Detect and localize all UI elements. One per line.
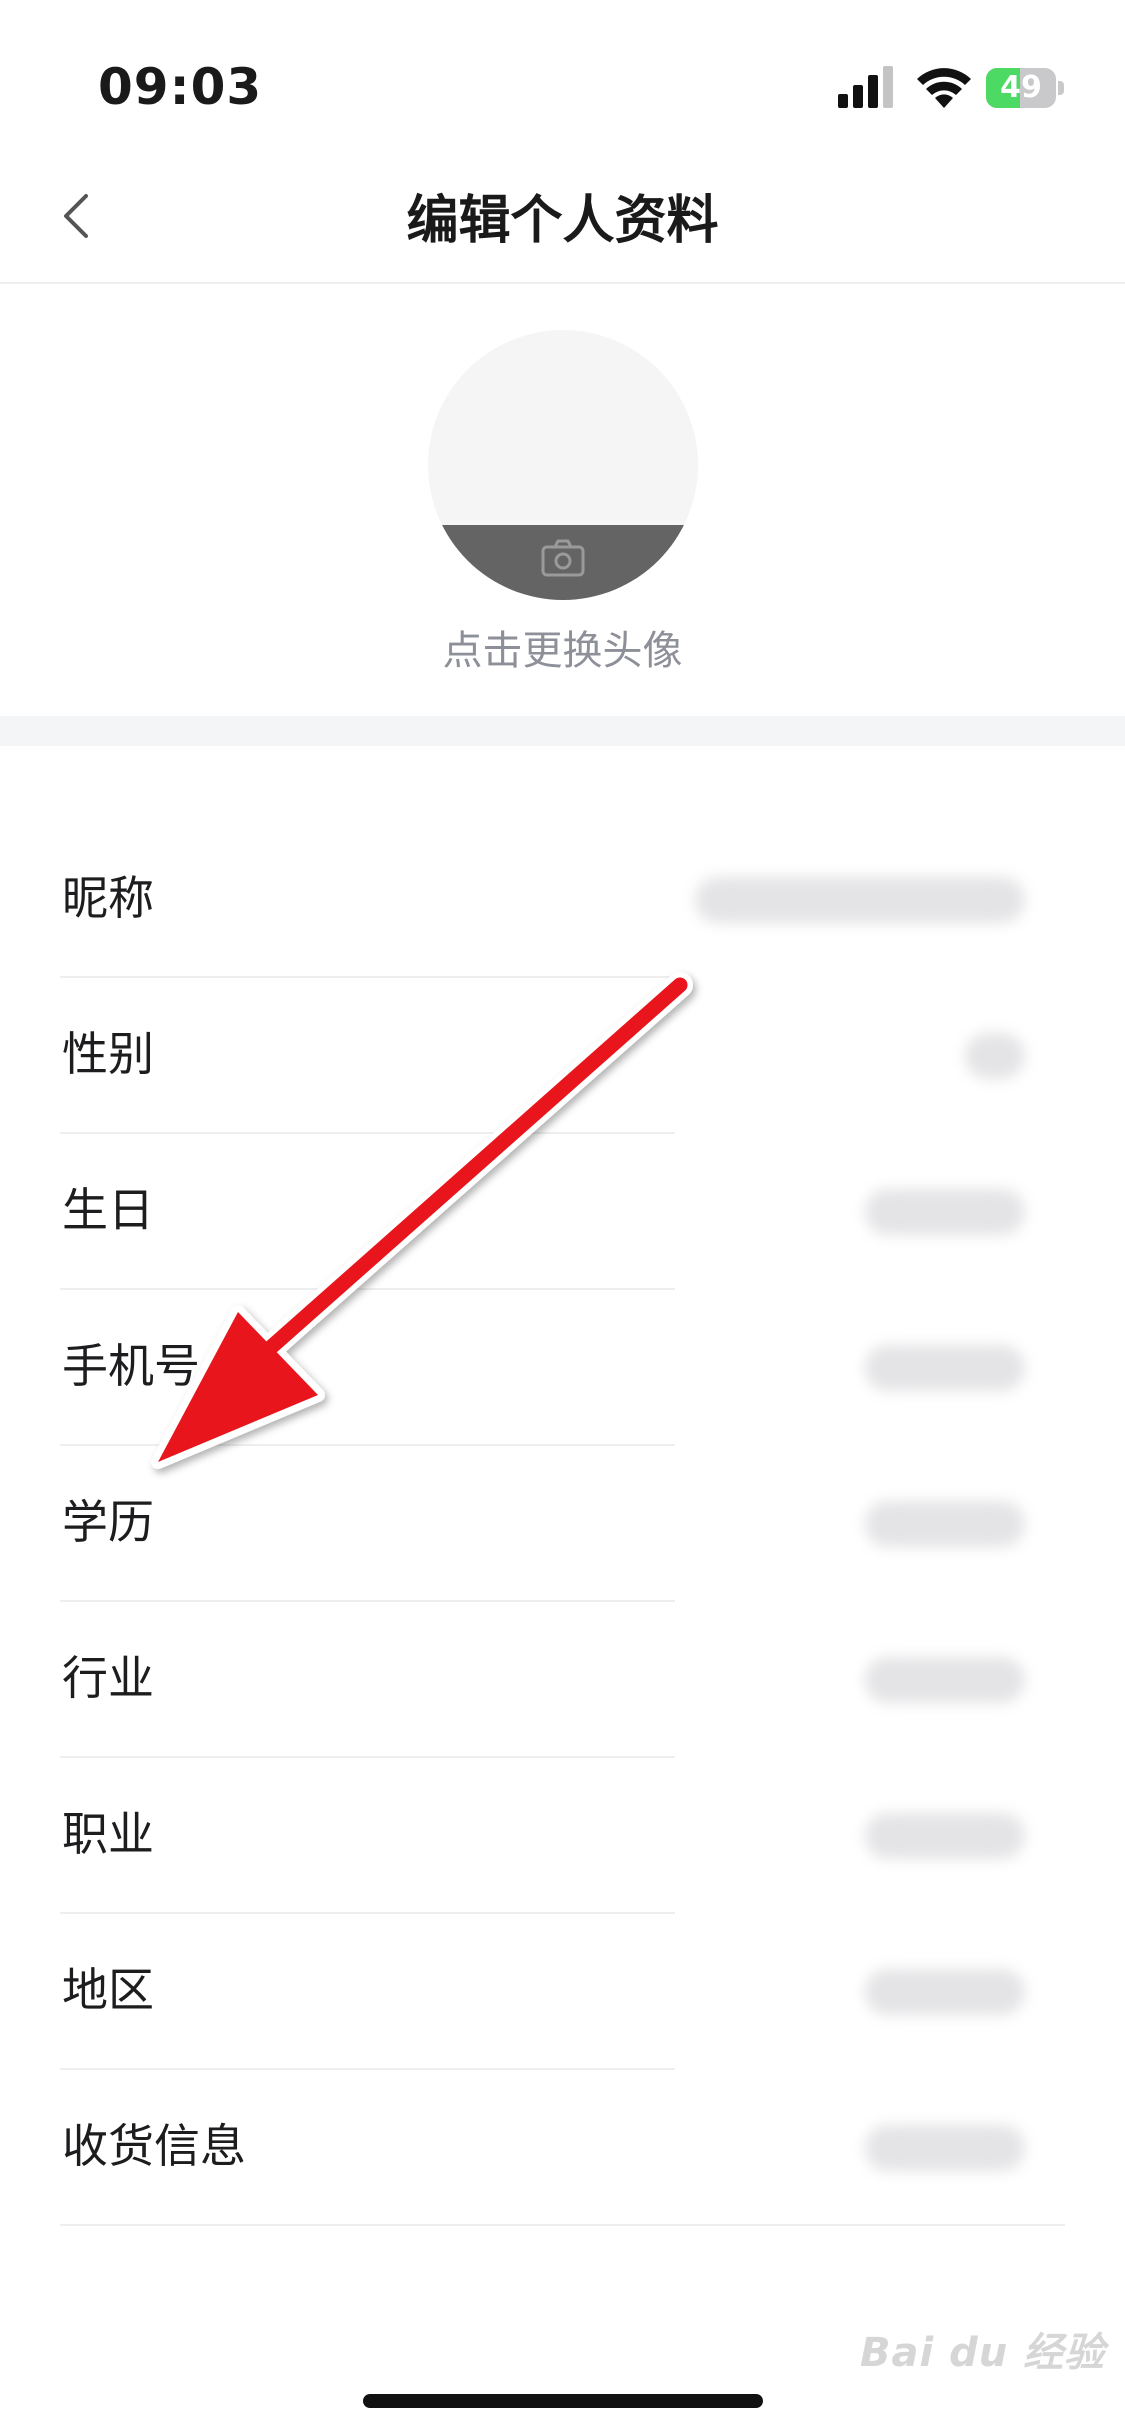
profile-row-nickname[interactable]: 昵称 — [60, 822, 1065, 978]
camera-icon — [541, 539, 585, 577]
battery-percent: 49 — [1000, 70, 1042, 105]
profile-row-region[interactable]: 地区 — [60, 1914, 1065, 2070]
profile-row-industry[interactable]: 行业 — [60, 1602, 1065, 1758]
row-value-blurred — [865, 1345, 1025, 1391]
profile-row-phone[interactable]: 手机号 — [60, 1290, 1065, 1446]
cellular-signal-icon — [838, 66, 893, 108]
change-avatar-hint[interactable]: 点击更换头像 — [0, 618, 1125, 676]
profile-row-shipping-info[interactable]: 收货信息 — [60, 2070, 1065, 2226]
watermark: Bai du 经验 — [860, 2330, 1106, 2376]
row-value-blurred — [865, 1657, 1025, 1703]
row-value-blurred — [695, 877, 1025, 923]
profile-row-education[interactable]: 学历 — [60, 1446, 1065, 1602]
row-value-blurred — [865, 1813, 1025, 1859]
status-bar: 09:03 49 — [0, 0, 1125, 150]
profile-row-birthday[interactable]: 生日 — [60, 1134, 1065, 1290]
avatar-overlay — [428, 525, 698, 600]
row-label: 收货信息 — [62, 2119, 246, 2173]
navigation-bar: 编辑个人资料 — [0, 150, 1125, 284]
profile-row-occupation[interactable]: 职业 — [60, 1758, 1065, 1914]
section-divider — [0, 716, 1125, 746]
row-label: 地区 — [62, 1963, 154, 2017]
row-label: 生日 — [62, 1183, 154, 1237]
home-indicator[interactable] — [363, 2394, 763, 2408]
battery-indicator: 49 — [986, 68, 1064, 108]
row-label: 性别 — [62, 1027, 154, 1081]
row-value-blurred — [865, 1501, 1025, 1547]
row-value-blurred — [865, 2125, 1025, 2171]
row-label: 昵称 — [62, 871, 154, 925]
avatar-button[interactable] — [428, 330, 698, 600]
row-label: 职业 — [62, 1807, 154, 1861]
row-value-blurred — [865, 1189, 1025, 1235]
row-value-blurred — [965, 1033, 1025, 1079]
profile-row-gender[interactable]: 性别 — [60, 978, 1065, 1134]
row-label: 学历 — [62, 1495, 154, 1549]
row-label: 手机号 — [62, 1339, 200, 1393]
row-value-blurred — [865, 1969, 1025, 2015]
row-label: 行业 — [62, 1651, 154, 1705]
status-time: 09:03 — [98, 58, 263, 116]
page-title: 编辑个人资料 — [406, 191, 719, 251]
wifi-icon — [917, 68, 971, 108]
